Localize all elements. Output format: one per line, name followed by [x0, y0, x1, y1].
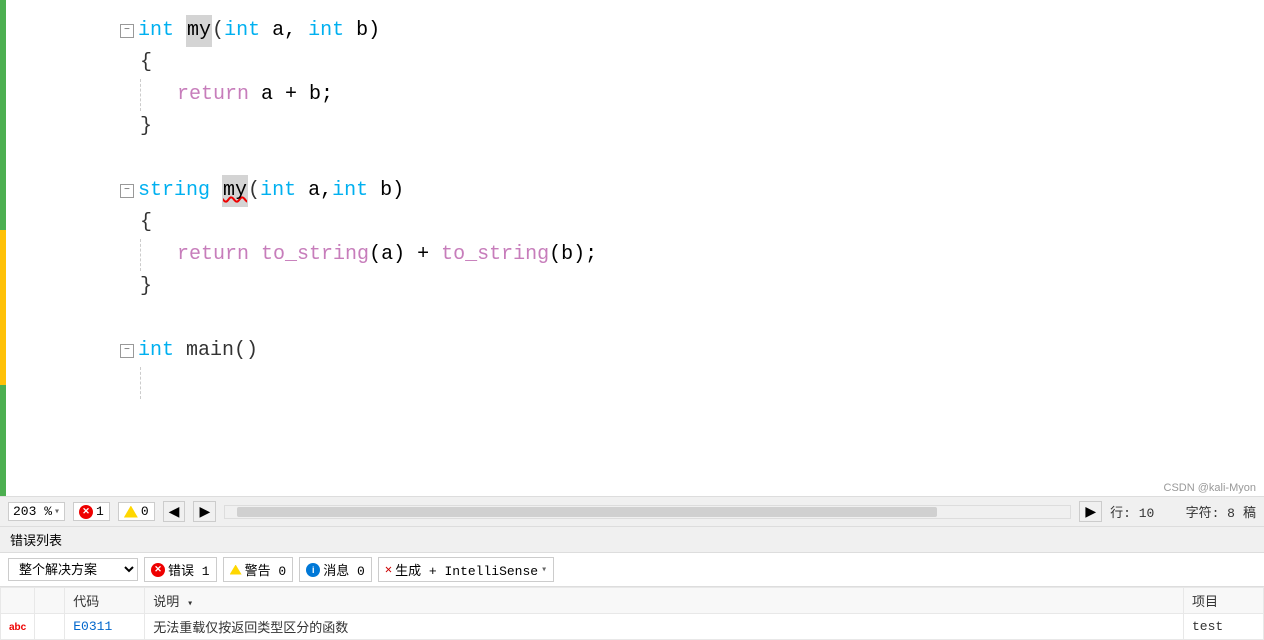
error-panel-title: 错误列表 — [10, 530, 62, 549]
yellow-segment-1 — [0, 230, 6, 385]
intellisense-dropdown-icon: ▾ — [541, 564, 547, 576]
error-code-link[interactable]: E0311 — [73, 619, 112, 634]
warnings-filter-btn[interactable]: 警告 0 — [223, 557, 294, 582]
error-badge: ✕ 1 — [73, 502, 110, 521]
collapse-btn-2[interactable]: − — [120, 184, 134, 198]
row-icon-cell: abc — [1, 614, 35, 640]
code-line-10 — [120, 303, 1264, 335]
col-desc-header: 说明 ▾ — [145, 588, 1184, 614]
errors-filter-label: 错误 1 — [168, 560, 210, 579]
col-project-header: 项目 — [1184, 588, 1264, 614]
table-row: abc E0311 无法重载仅按返回类型区分的函数 test — [1, 614, 1264, 640]
collapse-btn-1[interactable]: − — [120, 24, 134, 38]
code-line-7: { — [120, 207, 1264, 239]
warnings-filter-icon — [230, 565, 242, 575]
zoom-control[interactable]: 203 % ▾ — [8, 502, 65, 521]
code-line-6: − string my ( int a, int b) — [120, 175, 1264, 207]
errors-filter-btn[interactable]: ✕ 错误 1 — [144, 557, 217, 582]
scroll-right-btn[interactable]: ▶ — [1079, 501, 1102, 522]
status-bar: 203 % ▾ ✕ 1 0 ◀ ▶ ▶ 行: 10 字符: 8 稿 — [0, 496, 1264, 526]
h-scroll-thumb — [237, 507, 937, 517]
messages-filter-label: 消息 0 — [323, 560, 365, 579]
watermark: CSDN @kali-Myon — [1164, 482, 1256, 494]
warning-badge: 0 — [118, 502, 155, 521]
prev-error-btn[interactable]: ◀ — [163, 501, 186, 522]
error-count: 1 — [96, 504, 104, 519]
errors-filter-icon: ✕ — [151, 563, 165, 577]
code-line-2: { — [120, 47, 1264, 79]
warning-icon — [124, 506, 138, 518]
zoom-value: 203 % — [13, 504, 52, 519]
error-panel-toolbar: 整个解决方案 ✕ 错误 1 警告 0 i 消息 0 ✕ 生成 + Intelli… — [0, 553, 1264, 587]
col-code-header: 代码 — [65, 588, 145, 614]
warning-count: 0 — [141, 504, 149, 519]
code-line-3: return a + b; — [120, 79, 1264, 111]
error-icon: ✕ — [79, 505, 93, 519]
fn-my-2: my — [222, 175, 248, 207]
kw-int-1: int — [138, 15, 174, 47]
col-num-header — [35, 588, 65, 614]
horizontal-scrollbar[interactable] — [224, 505, 1071, 519]
row-project-cell: test — [1184, 614, 1264, 640]
code-line-12 — [120, 367, 1264, 399]
code-line-1: − int my ( int a, int b) — [120, 15, 1264, 47]
code-content: − int my ( int a, int b) { return — [0, 0, 1264, 496]
position-info: 行: 10 字符: 8 — [1110, 502, 1235, 521]
code-line-4: } — [120, 111, 1264, 143]
warnings-filter-label: 警告 0 — [245, 560, 287, 579]
col-icon-header — [1, 588, 35, 614]
row-code-cell: E0311 — [65, 614, 145, 640]
code-line-8: return to_string (a) + to_string (b); — [120, 239, 1264, 271]
row-num-cell — [35, 614, 65, 640]
fn-main: main — [186, 335, 234, 367]
messages-filter-btn[interactable]: i 消息 0 — [299, 557, 372, 582]
error-panel: 错误列表 整个解决方案 ✕ 错误 1 警告 0 i 消息 0 ✕ 生成 + In… — [0, 526, 1264, 640]
code-line-11: − int main () — [120, 335, 1264, 367]
fn-my-1: my — [186, 15, 212, 47]
code-line-9: } — [120, 271, 1264, 303]
sort-icon[interactable]: ▾ — [187, 599, 193, 610]
editor-area: − int my ( int a, int b) { return — [0, 0, 1264, 496]
error-table: 代码 说明 ▾ 项目 abc E0311 无法重载仅按返回类型区分的函数 tes… — [0, 587, 1264, 640]
next-error-btn[interactable]: ▶ — [193, 501, 216, 522]
row-desc-cell: 无法重载仅按返回类型区分的函数 — [145, 614, 1184, 640]
zoom-dropdown-icon[interactable]: ▾ — [54, 506, 60, 518]
collapse-btn-3[interactable]: − — [120, 344, 134, 358]
error-panel-header: 错误列表 — [0, 527, 1264, 553]
kw-int-2: int — [138, 335, 174, 367]
code-lines-container: − int my ( int a, int b) { return — [110, 0, 1264, 496]
messages-filter-icon: i — [306, 563, 320, 577]
code-line-5 — [120, 143, 1264, 175]
intellisense-label: 生成 + IntelliSense — [395, 560, 538, 579]
row-error-type-icon: abc — [9, 622, 26, 633]
intellisense-btn[interactable]: ✕ 生成 + IntelliSense ▾ — [378, 557, 554, 582]
kw-string-1: string — [138, 175, 210, 207]
left-gutter — [0, 0, 110, 496]
intellisense-icon: ✕ — [385, 562, 392, 577]
scope-select[interactable]: 整个解决方案 — [8, 558, 138, 581]
